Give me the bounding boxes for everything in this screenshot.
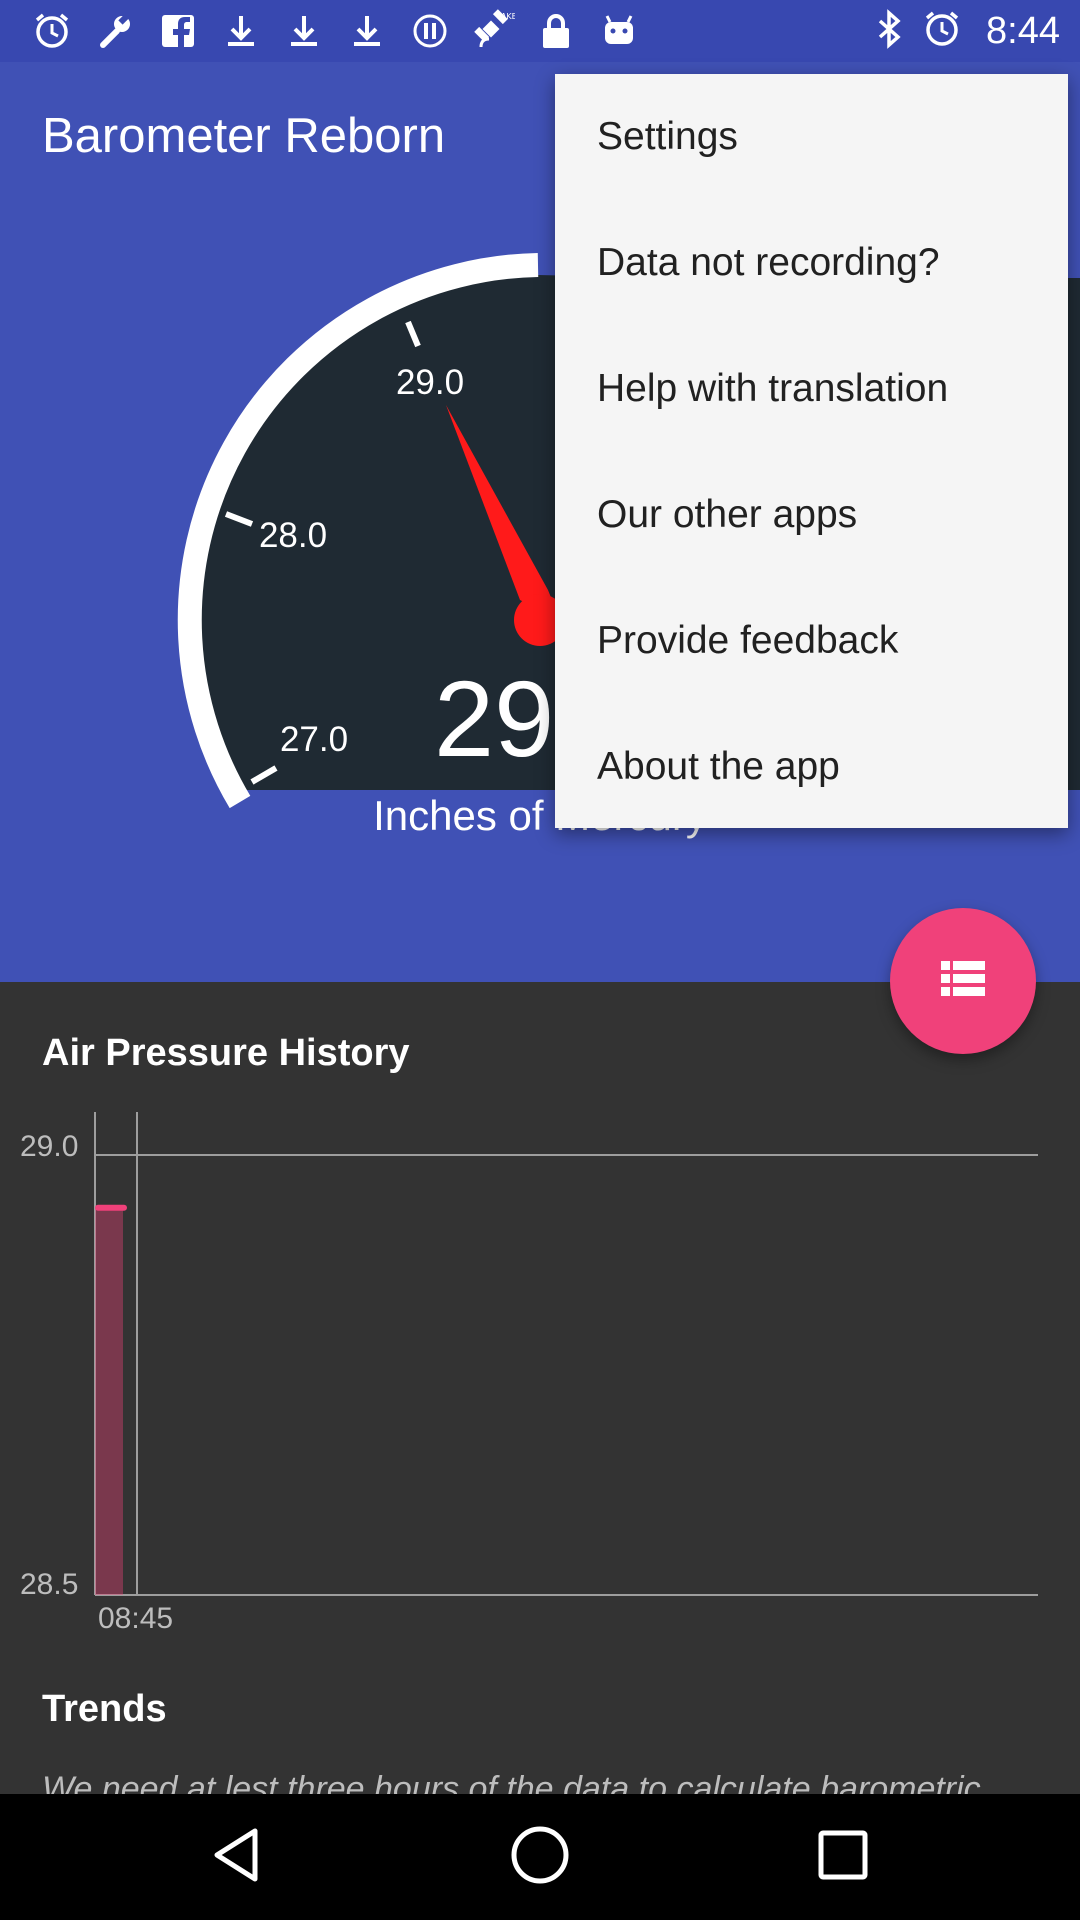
chart-bars — [95, 1204, 127, 1595]
clock-time: 8:44 — [986, 9, 1060, 52]
gauge-tick-label: 29.0 — [396, 363, 464, 402]
svg-text:FAKE: FAKE — [497, 12, 515, 21]
back-button[interactable] — [197, 1817, 277, 1897]
trends-message: We need at lest three hours of the data … — [42, 1770, 981, 1794]
recents-square-icon — [815, 1827, 871, 1888]
menu-item-about[interactable]: About the app — [555, 704, 1068, 830]
android-icon — [587, 0, 650, 62]
x-tick-label: 08:45 — [98, 1602, 173, 1635]
satellite-fake-gps-icon: FAKE — [461, 0, 524, 62]
y-tick-label: 29.0 — [20, 1130, 78, 1163]
trends-title: Trends — [42, 1688, 167, 1730]
facebook-icon — [146, 0, 209, 62]
back-triangle-icon — [207, 1825, 267, 1890]
history-list-button[interactable] — [890, 908, 1036, 1054]
list-icon — [939, 959, 987, 1004]
y-tick-label: 28.5 — [20, 1568, 78, 1601]
home-button[interactable] — [500, 1817, 580, 1897]
history-title: Air Pressure History — [42, 1032, 410, 1074]
recents-button[interactable] — [803, 1817, 883, 1897]
status-bar: FAKE 8:44 — [0, 0, 1080, 62]
home-circle-icon — [508, 1823, 572, 1892]
pressure-history-chart: 29.0 28.5 08:45 — [20, 1112, 1038, 1635]
history-bar-cap — [95, 1204, 127, 1211]
gauge-tick-label: 27.0 — [280, 720, 348, 759]
alarm-icon — [922, 9, 962, 54]
download-icon — [209, 0, 272, 62]
menu-item-provide-feedback[interactable]: Provide feedback — [555, 578, 1068, 704]
lock-icon — [524, 0, 587, 62]
vpn-icon — [398, 0, 461, 62]
bluetooth-icon — [874, 8, 904, 54]
history-bar — [95, 1207, 123, 1595]
menu-item-data-not-recording[interactable]: Data not recording? — [555, 200, 1068, 326]
system-status: 8:44 — [874, 0, 1060, 62]
navigation-bar — [0, 1794, 1080, 1920]
notification-icons: FAKE — [20, 0, 650, 62]
overflow-menu: Settings Data not recording? Help with t… — [555, 74, 1068, 828]
download-icon — [272, 0, 335, 62]
menu-item-help-translation[interactable]: Help with translation — [555, 326, 1068, 452]
menu-item-other-apps[interactable]: Our other apps — [555, 452, 1068, 578]
gauge-tick-label: 28.0 — [259, 516, 327, 555]
pressure-reading: 29 — [434, 658, 554, 779]
menu-item-settings[interactable]: Settings — [555, 74, 1068, 200]
wrench-icon — [83, 0, 146, 62]
alarm-icon — [20, 0, 83, 62]
download-icon — [335, 0, 398, 62]
